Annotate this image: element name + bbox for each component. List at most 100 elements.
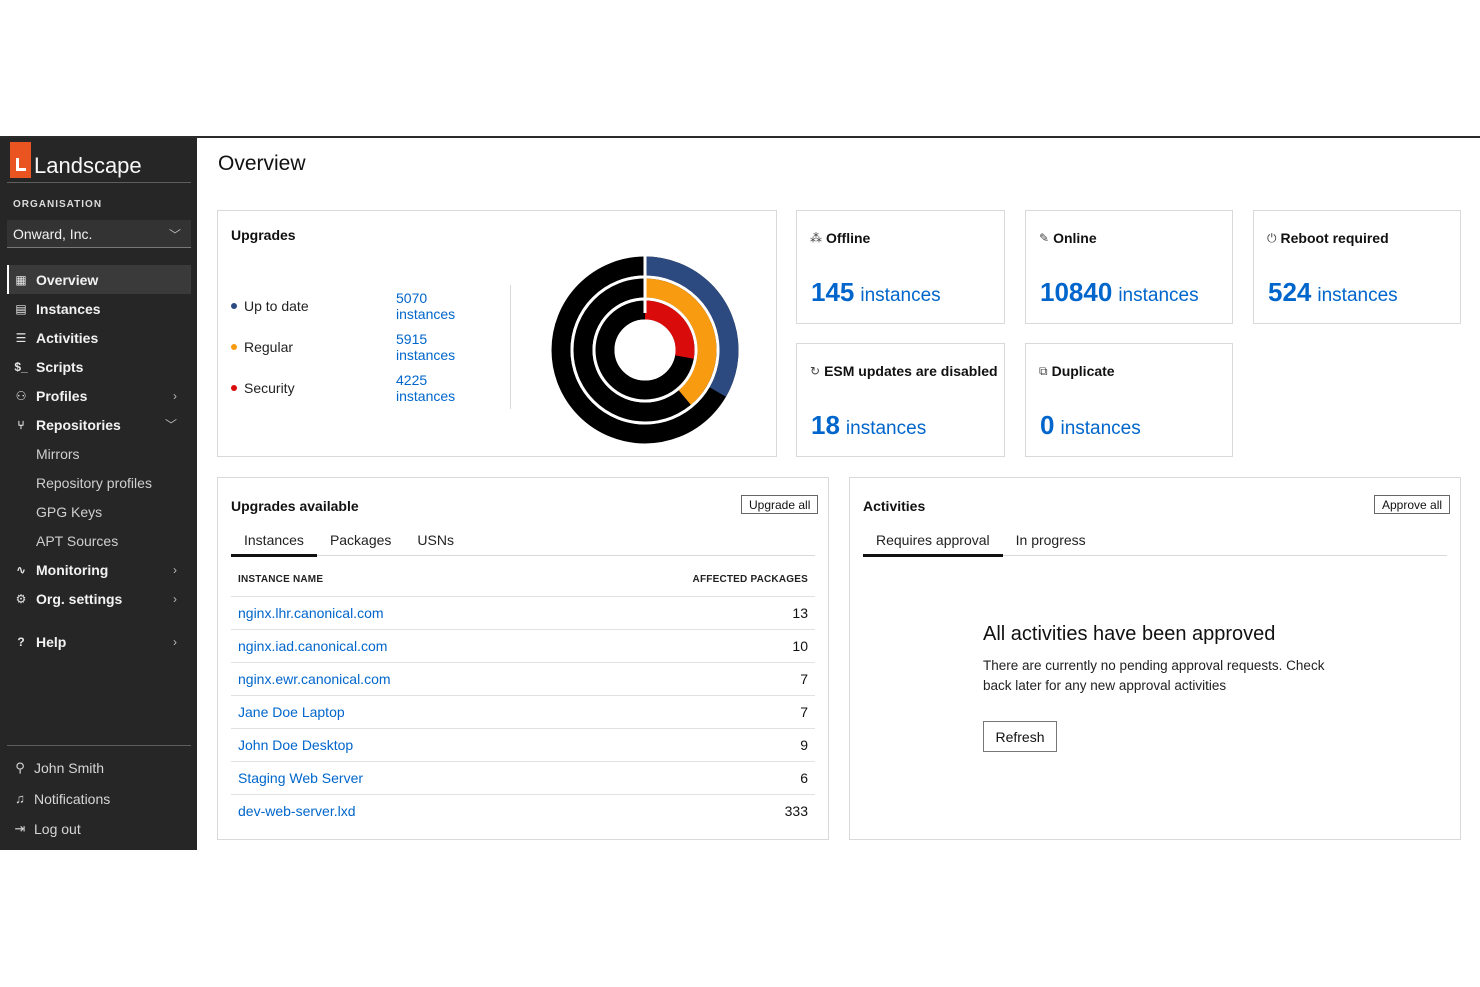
sidebar-subitem-gpg-keys[interactable]: GPG Keys	[7, 497, 191, 526]
user-menu[interactable]: ⚲ John Smith	[7, 753, 191, 784]
pulse-icon: ∿	[15, 562, 27, 577]
table-row: Jane Doe Laptop 7	[231, 695, 815, 728]
sidebar-item-label: Instances	[36, 300, 101, 317]
upgrade-all-button[interactable]: Upgrade all	[741, 495, 819, 514]
chevron-down-icon: ﹀	[164, 418, 177, 432]
instance-link[interactable]: nginx.lhr.canonical.com	[238, 605, 384, 621]
sidebar-subitem-repository-profiles[interactable]: Repository profiles	[7, 468, 191, 497]
notifications-link[interactable]: ♫ Notifications	[7, 784, 191, 815]
sidebar-item-monitoring[interactable]: ∿ Monitoring ›	[7, 555, 191, 584]
online-unit: instances	[1118, 285, 1199, 306]
approve-all-button[interactable]: Approve all	[1374, 495, 1451, 514]
sidebar-item-org-settings[interactable]: ⚙ Org. settings ›	[7, 584, 191, 613]
duplicate-card[interactable]: ⧉ Duplicate 0 instances	[1025, 343, 1233, 457]
tab-requires-approval[interactable]: Requires approval	[863, 523, 1003, 557]
legend-value-link[interactable]: 5070 instances	[396, 290, 486, 322]
sidebar-subitem-mirrors[interactable]: Mirrors	[7, 439, 191, 468]
organisation-value: Onward, Inc.	[13, 225, 93, 242]
reboot-value[interactable]: 524 instances	[1268, 277, 1398, 308]
reboot-count: 524	[1268, 277, 1312, 307]
sidebar-item-label: Scripts	[36, 358, 84, 375]
top-border	[0, 136, 1480, 138]
esm-value[interactable]: 18 instances	[811, 410, 926, 441]
affected-count: 6	[800, 770, 808, 786]
upgrades-available-title: Upgrades available	[231, 498, 359, 514]
upgrades-card: Upgrades Up to date 5070 instances Regul…	[217, 210, 777, 457]
sidebar-item-overview[interactable]: ▦ Overview	[7, 265, 191, 294]
brand[interactable]: Landscape	[10, 138, 142, 182]
offline-value[interactable]: 145 instances	[811, 277, 941, 308]
affected-count: 7	[800, 704, 808, 720]
logout-link[interactable]: ⇥ Log out	[7, 814, 191, 845]
upgrades-tabs: Instances Packages USNs	[231, 523, 815, 557]
instance-link[interactable]: Staging Web Server	[238, 770, 363, 786]
sidebar-item-activities[interactable]: ☰ Activities	[7, 323, 191, 352]
sidebar-subitem-apt-sources[interactable]: APT Sources	[7, 526, 191, 555]
upgrades-title: Upgrades	[231, 227, 296, 243]
tab-packages[interactable]: Packages	[317, 523, 404, 556]
legend-regular: Regular 5915 instances	[231, 331, 486, 363]
legend-up-to-date: Up to date 5070 instances	[231, 290, 486, 322]
online-header: ✎ Online	[1039, 230, 1097, 246]
legend-value-link[interactable]: 5915 instances	[396, 331, 486, 363]
instance-link[interactable]: John Doe Desktop	[238, 737, 353, 753]
sidebar-item-repositories[interactable]: ⑂ Repositories ﹀	[7, 410, 191, 439]
empty-state-title: All activities have been approved	[983, 623, 1276, 645]
notifications-label: Notifications	[34, 790, 111, 807]
sidebar-item-label: Activities	[36, 329, 99, 346]
offline-count: 145	[811, 277, 855, 307]
sidebar-item-label: Help	[36, 633, 67, 650]
tab-instances[interactable]: Instances	[231, 523, 317, 557]
instance-link[interactable]: dev-web-server.lxd	[238, 803, 356, 819]
sidebar-item-scripts[interactable]: $_ Scripts	[7, 352, 191, 381]
list-icon: ☰	[15, 330, 27, 345]
sidebar-item-label: Monitoring	[36, 561, 109, 578]
help-icon: ?	[17, 634, 25, 649]
instance-link[interactable]: nginx.ewr.canonical.com	[238, 671, 391, 687]
ring-separator-2	[614, 319, 676, 381]
instance-link[interactable]: Jane Doe Laptop	[238, 704, 345, 720]
refresh-button[interactable]: Refresh	[983, 721, 1057, 752]
affected-count: 333	[784, 803, 808, 819]
tab-usns[interactable]: USNs	[404, 523, 467, 556]
logout-icon: ⇥	[14, 821, 26, 837]
server-icon: ▤	[15, 301, 27, 316]
online-value[interactable]: 10840 instances	[1040, 277, 1199, 308]
column-affected-packages[interactable]: AFFECTED PACKAGES	[693, 574, 808, 585]
user-name: John Smith	[34, 760, 105, 777]
table-row: dev-web-server.lxd 333	[231, 794, 815, 827]
reboot-title: Reboot required	[1280, 230, 1389, 246]
esm-header: ↻ ESM updates are disabled	[810, 363, 998, 379]
esm-title: ESM updates are disabled	[824, 363, 998, 379]
grid-icon: ▦	[15, 272, 27, 287]
sidebar-item-profiles[interactable]: ⚇ Profiles ›	[7, 381, 191, 410]
sidebar-item-label: Overview	[36, 271, 99, 288]
duplicate-count: 0	[1040, 410, 1055, 440]
legend-dot	[231, 344, 237, 350]
offline-unit: instances	[860, 285, 941, 306]
sidebar-divider	[7, 182, 191, 183]
online-card[interactable]: ✎ Online 10840 instances	[1025, 210, 1233, 324]
offline-card[interactable]: ⁂ Offline 145 instances	[796, 210, 1005, 324]
landscape-logo-icon	[10, 142, 31, 178]
duplicate-icon: ⧉	[1039, 363, 1048, 378]
column-instance-name[interactable]: INSTANCE NAME	[238, 574, 323, 585]
sidebar-item-instances[interactable]: ▤ Instances	[7, 294, 191, 323]
esm-disabled-card[interactable]: ↻ ESM updates are disabled 18 instances	[796, 343, 1005, 457]
sidebar-item-help[interactable]: ? Help ›	[7, 627, 191, 656]
duplicate-title: Duplicate	[1051, 363, 1115, 379]
legend-label: Regular	[244, 339, 294, 355]
duplicate-value[interactable]: 0 instances	[1040, 410, 1141, 441]
instance-link[interactable]: nginx.iad.canonical.com	[238, 638, 387, 654]
reboot-required-card[interactable]: ⏻ Reboot required 524 instances	[1253, 210, 1461, 324]
chevron-right-icon: ›	[173, 591, 177, 606]
organisation-select[interactable]: Onward, Inc. ﹀	[7, 220, 191, 248]
chevron-right-icon: ›	[173, 562, 177, 577]
legend-security: Security 4225 instances	[231, 372, 486, 404]
legend-value-link[interactable]: 4225 instances	[396, 372, 486, 404]
upgrades-available-card: Upgrades available Upgrade all Instances…	[217, 477, 829, 840]
chevron-right-icon: ›	[173, 634, 177, 649]
tab-in-progress[interactable]: In progress	[1003, 523, 1099, 556]
reboot-header: ⏻ Reboot required	[1267, 230, 1389, 246]
activities-title: Activities	[863, 498, 926, 514]
